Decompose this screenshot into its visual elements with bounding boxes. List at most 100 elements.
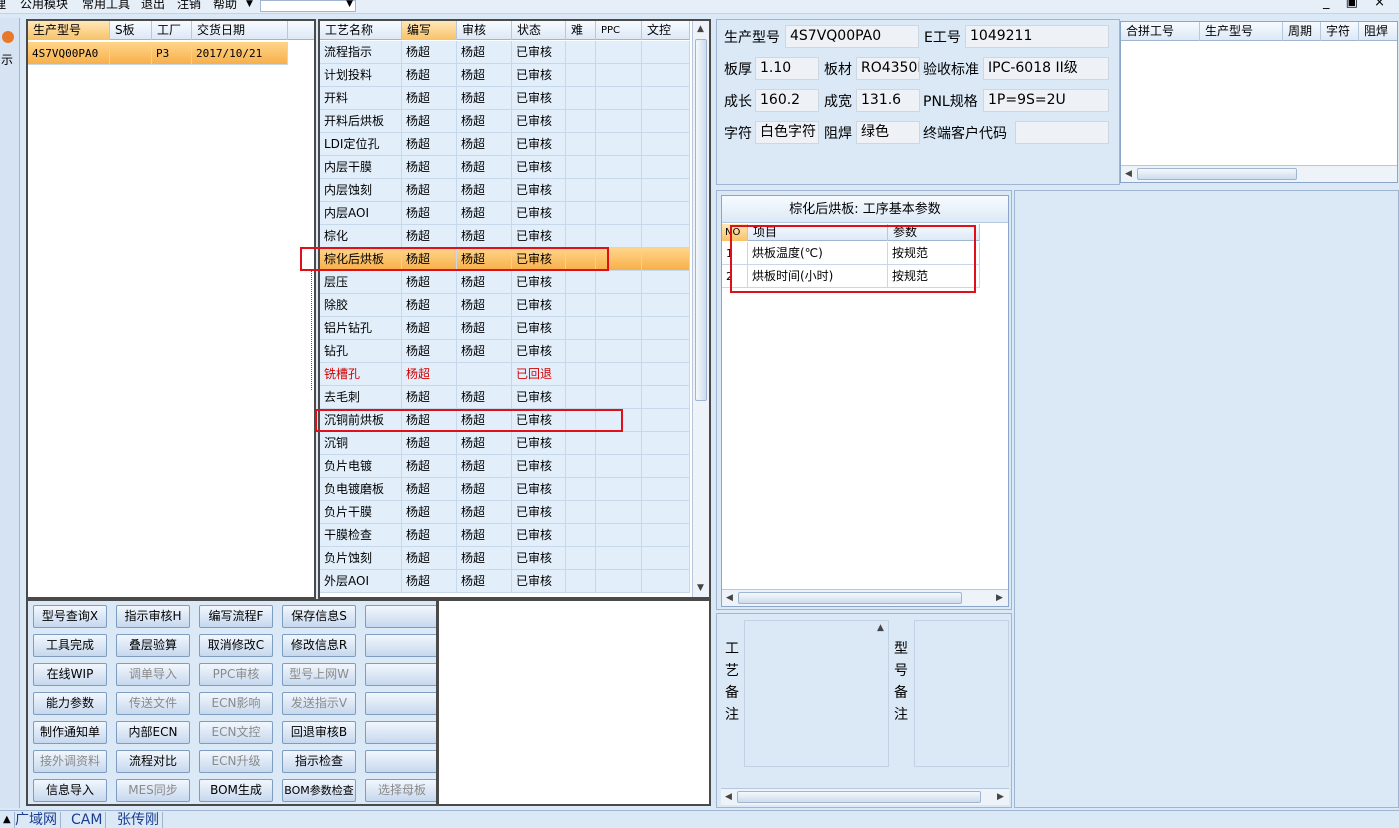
process-row[interactable]: 内层蚀刻 杨超 杨超 已审核 — [320, 179, 690, 202]
action-button[interactable]: 制作通知单 — [33, 721, 107, 744]
menu-item-public-module[interactable]: 公用模块 — [20, 0, 68, 10]
process-row[interactable]: 内层干膜 杨超 杨超 已审核 — [320, 156, 690, 179]
action-button[interactable]: PPC审核 — [199, 663, 273, 686]
col-header-factory[interactable]: 工厂 — [152, 21, 192, 40]
scroll-left-icon[interactable]: ◀ — [725, 792, 732, 802]
indicator-icon[interactable] — [2, 31, 14, 43]
col-header-s-board[interactable]: S板 — [110, 21, 152, 40]
menu-overflow-icon[interactable]: ▼ — [246, 0, 253, 10]
scroll-up-icon[interactable]: ▲ — [697, 24, 704, 34]
process-row[interactable]: 负片干膜 杨超 杨超 已审核 — [320, 501, 690, 524]
col-header-reviewer[interactable]: 审核 — [457, 21, 512, 40]
col-header-solder-mask[interactable]: 阻焊 — [1359, 22, 1397, 41]
param-grid-hscroll-thumb[interactable] — [738, 592, 962, 604]
e-number-field[interactable]: 1049211 — [965, 25, 1109, 48]
col-header-merge-number[interactable]: 合拼工号 — [1121, 22, 1200, 41]
action-button[interactable]: ECN文控 — [199, 721, 273, 744]
merge-grid-hscroll[interactable]: ◀ — [1121, 165, 1397, 182]
action-button[interactable]: 信息导入 — [33, 779, 107, 802]
action-button[interactable]: 能力参数 — [33, 692, 107, 715]
scroll-right-icon[interactable]: ▶ — [997, 792, 1004, 802]
window-controls[interactable]: _ ▣ × — [1323, 0, 1391, 9]
process-row[interactable]: 干膜检查 杨超 杨超 已审核 — [320, 524, 690, 547]
menu-item-help[interactable]: 帮助 — [213, 0, 237, 10]
process-row[interactable]: 负片电镀 杨超 杨超 已审核 — [320, 455, 690, 478]
col-header-process-name[interactable]: 工艺名称 — [320, 21, 402, 40]
action-button[interactable]: 编写流程F — [199, 605, 273, 628]
action-button[interactable]: BOM参数检查 — [282, 779, 356, 802]
action-button[interactable]: 选择母板 — [365, 779, 436, 802]
blank-button[interactable] — [365, 634, 436, 657]
action-button[interactable]: 在线WIP — [33, 663, 107, 686]
remarks-hscroll[interactable]: ◀ ▶ — [721, 788, 1009, 805]
action-button[interactable]: 保存信息S — [282, 605, 356, 628]
menu-item-logout[interactable]: 注销 — [177, 0, 201, 10]
length-field[interactable]: 160.2 — [755, 89, 819, 112]
material-field[interactable]: RO4350B — [856, 57, 920, 80]
thickness-field[interactable]: 1.10 — [755, 57, 819, 80]
col-header-difficulty[interactable]: 难 — [566, 21, 596, 40]
process-row[interactable]: 流程指示 杨超 杨超 已审核 — [320, 41, 690, 64]
col-header-doc-control[interactable]: 文控 — [642, 21, 690, 40]
blank-button[interactable] — [365, 721, 436, 744]
standard-field[interactable]: IPC-6018 II级 — [983, 57, 1109, 80]
action-button[interactable]: 指示审核H — [116, 605, 190, 628]
blank-button[interactable] — [365, 605, 436, 628]
process-row[interactable]: 钻孔 杨超 杨超 已审核 — [320, 340, 690, 363]
action-button[interactable]: 工具完成 — [33, 634, 107, 657]
action-button[interactable]: 流程对比 — [116, 750, 190, 773]
action-button[interactable]: 取消修改C — [199, 634, 273, 657]
toolbar-combo[interactable]: ▼ — [260, 0, 356, 12]
product-row[interactable]: 4S7VQ00PA0 P3 2017/10/21 — [28, 42, 288, 65]
scroll-left-icon[interactable]: ◀ — [726, 593, 733, 603]
action-button[interactable]: 修改信息R — [282, 634, 356, 657]
col-header-model[interactable]: 生产型号 — [28, 21, 110, 40]
action-button[interactable]: MES同步 — [116, 779, 190, 802]
scroll-up-icon[interactable]: ▲ — [877, 623, 884, 633]
pnl-field[interactable]: 1P=9S=2U — [983, 89, 1109, 112]
action-button[interactable]: BOM生成 — [199, 779, 273, 802]
col-header-status[interactable]: 状态 — [512, 21, 566, 40]
process-row[interactable]: 负电镀磨板 杨超 杨超 已审核 — [320, 478, 690, 501]
process-row[interactable]: 层压 杨超 杨超 已审核 — [320, 271, 690, 294]
action-button[interactable]: ECN升级 — [199, 750, 273, 773]
process-row[interactable]: LDI定位孔 杨超 杨超 已审核 — [320, 133, 690, 156]
action-button[interactable]: ECN影响 — [199, 692, 273, 715]
model-field[interactable]: 4S7VQ00PA0 — [785, 25, 919, 48]
blank-button[interactable] — [365, 750, 436, 773]
col-header-period[interactable]: 周期 — [1283, 22, 1321, 41]
remarks-hscroll-thumb[interactable] — [737, 791, 981, 803]
col-header-character[interactable]: 字符 — [1321, 22, 1359, 41]
action-button[interactable]: 接外调资料 — [33, 750, 107, 773]
solder-mask-field[interactable]: 绿色 — [856, 121, 920, 144]
menu-item-exit[interactable]: 退出 — [141, 0, 165, 10]
blank-button[interactable] — [365, 663, 436, 686]
action-button[interactable]: 回退审核B — [282, 721, 356, 744]
action-button[interactable]: 发送指示V — [282, 692, 356, 715]
process-row[interactable]: 铝片钻孔 杨超 杨超 已审核 — [320, 317, 690, 340]
scroll-down-icon[interactable]: ▼ — [697, 583, 704, 593]
col-header-ppc[interactable]: PPC — [596, 21, 642, 40]
merge-grid-hscroll-thumb[interactable] — [1137, 168, 1297, 180]
process-row[interactable]: 开料后烘板 杨超 杨超 已审核 — [320, 110, 690, 133]
action-button[interactable]: 调单导入 — [116, 663, 190, 686]
width-field[interactable]: 131.6 — [856, 89, 920, 112]
process-grid-vscroll[interactable]: ▲ ▼ — [692, 21, 709, 597]
process-row[interactable]: 沉铜 杨超 杨超 已审核 — [320, 432, 690, 455]
action-button[interactable]: 指示检查 — [282, 750, 356, 773]
menu-item-cut[interactable]: 理 — [0, 0, 6, 10]
process-grid-vscroll-thumb[interactable] — [695, 39, 707, 401]
process-row[interactable]: 计划投料 杨超 杨超 已审核 — [320, 64, 690, 87]
col-header-writer[interactable]: 编写 — [402, 21, 457, 40]
process-row[interactable]: 负片蚀刻 杨超 杨超 已审核 — [320, 547, 690, 570]
action-button[interactable]: 型号查询X — [33, 605, 107, 628]
process-row[interactable]: 除胶 杨超 杨超 已审核 — [320, 294, 690, 317]
panel-splitter[interactable] — [311, 270, 315, 390]
process-row[interactable]: 内层AOI 杨超 杨超 已审核 — [320, 202, 690, 225]
menu-item-common-tools[interactable]: 常用工具 — [82, 0, 130, 10]
col-header-delivery-date[interactable]: 交货日期 — [192, 21, 288, 40]
model-remark-input[interactable] — [914, 620, 1009, 767]
action-button[interactable]: 叠层验算 — [116, 634, 190, 657]
action-button[interactable]: 内部ECN — [116, 721, 190, 744]
action-button[interactable]: 传送文件 — [116, 692, 190, 715]
